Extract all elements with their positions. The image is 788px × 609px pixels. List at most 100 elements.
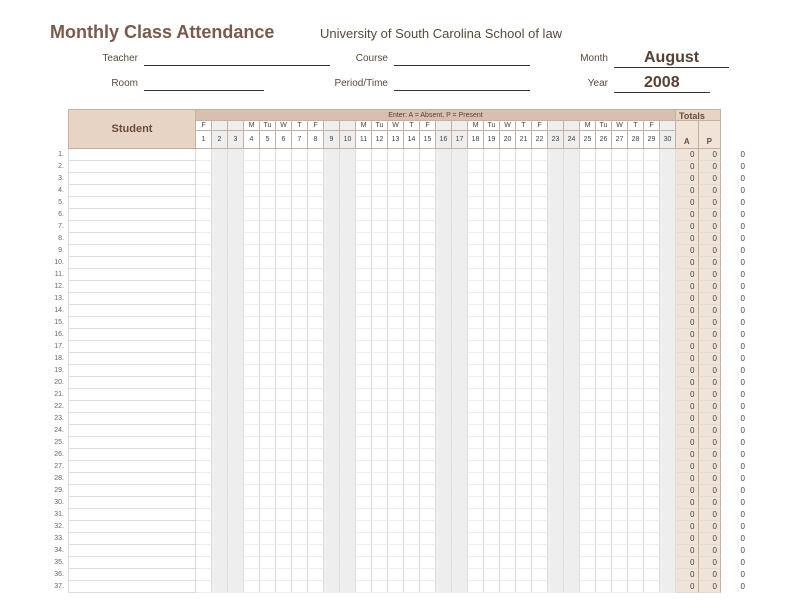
attendance-cell[interactable] [484, 485, 500, 497]
attendance-cell[interactable] [548, 533, 564, 545]
attendance-cell[interactable] [660, 437, 676, 449]
attendance-cell[interactable] [628, 533, 644, 545]
attendance-cell[interactable] [612, 449, 628, 461]
attendance-cell[interactable] [356, 281, 372, 293]
attendance-cell[interactable] [420, 569, 436, 581]
student-name-cell[interactable] [68, 473, 196, 485]
attendance-cell[interactable] [484, 377, 500, 389]
attendance-cell[interactable] [340, 377, 356, 389]
attendance-cell[interactable] [484, 545, 500, 557]
attendance-cell[interactable] [308, 149, 324, 161]
attendance-cell[interactable] [356, 161, 372, 173]
attendance-cell[interactable] [500, 353, 516, 365]
attendance-cell[interactable] [372, 305, 388, 317]
attendance-cell[interactable] [548, 401, 564, 413]
attendance-cell[interactable] [644, 173, 660, 185]
attendance-cell[interactable] [516, 377, 532, 389]
attendance-cell[interactable] [644, 341, 660, 353]
attendance-cell[interactable] [452, 509, 468, 521]
attendance-cell[interactable] [196, 521, 212, 533]
attendance-cell[interactable] [564, 473, 580, 485]
attendance-cell[interactable] [228, 509, 244, 521]
attendance-cell[interactable] [612, 209, 628, 221]
attendance-cell[interactable] [596, 305, 612, 317]
attendance-cell[interactable] [420, 269, 436, 281]
attendance-cell[interactable] [500, 389, 516, 401]
attendance-cell[interactable] [404, 425, 420, 437]
attendance-cell[interactable] [612, 401, 628, 413]
attendance-cell[interactable] [372, 509, 388, 521]
attendance-cell[interactable] [292, 173, 308, 185]
attendance-cell[interactable] [484, 389, 500, 401]
attendance-cell[interactable] [404, 581, 420, 593]
attendance-cell[interactable] [468, 233, 484, 245]
course-field[interactable] [394, 52, 530, 66]
attendance-cell[interactable] [468, 437, 484, 449]
attendance-cell[interactable] [628, 305, 644, 317]
attendance-cell[interactable] [660, 257, 676, 269]
attendance-cell[interactable] [564, 401, 580, 413]
attendance-cell[interactable] [468, 221, 484, 233]
attendance-cell[interactable] [260, 221, 276, 233]
attendance-cell[interactable] [436, 305, 452, 317]
attendance-cell[interactable] [196, 425, 212, 437]
attendance-cell[interactable] [404, 281, 420, 293]
attendance-cell[interactable] [500, 497, 516, 509]
attendance-cell[interactable] [532, 185, 548, 197]
attendance-cell[interactable] [260, 473, 276, 485]
attendance-cell[interactable] [468, 581, 484, 593]
attendance-cell[interactable] [340, 569, 356, 581]
attendance-cell[interactable] [388, 425, 404, 437]
attendance-cell[interactable] [356, 257, 372, 269]
attendance-cell[interactable] [308, 257, 324, 269]
attendance-cell[interactable] [356, 377, 372, 389]
attendance-cell[interactable] [276, 209, 292, 221]
attendance-cell[interactable] [564, 449, 580, 461]
attendance-cell[interactable] [436, 233, 452, 245]
attendance-cell[interactable] [212, 437, 228, 449]
attendance-cell[interactable] [276, 449, 292, 461]
attendance-cell[interactable] [468, 173, 484, 185]
attendance-cell[interactable] [500, 461, 516, 473]
attendance-cell[interactable] [196, 281, 212, 293]
attendance-cell[interactable] [276, 281, 292, 293]
attendance-cell[interactable] [244, 545, 260, 557]
attendance-cell[interactable] [500, 437, 516, 449]
attendance-cell[interactable] [196, 257, 212, 269]
attendance-cell[interactable] [660, 377, 676, 389]
attendance-cell[interactable] [308, 497, 324, 509]
attendance-cell[interactable] [500, 161, 516, 173]
attendance-cell[interactable] [436, 197, 452, 209]
attendance-cell[interactable] [244, 497, 260, 509]
attendance-cell[interactable] [660, 497, 676, 509]
attendance-cell[interactable] [388, 401, 404, 413]
attendance-cell[interactable] [596, 365, 612, 377]
attendance-cell[interactable] [484, 185, 500, 197]
attendance-cell[interactable] [484, 209, 500, 221]
attendance-cell[interactable] [388, 149, 404, 161]
attendance-cell[interactable] [516, 545, 532, 557]
attendance-cell[interactable] [660, 269, 676, 281]
attendance-cell[interactable] [340, 449, 356, 461]
student-name-cell[interactable] [68, 185, 196, 197]
attendance-cell[interactable] [276, 569, 292, 581]
attendance-cell[interactable] [420, 473, 436, 485]
attendance-cell[interactable] [564, 521, 580, 533]
attendance-cell[interactable] [628, 389, 644, 401]
attendance-cell[interactable] [420, 149, 436, 161]
attendance-cell[interactable] [308, 437, 324, 449]
attendance-cell[interactable] [388, 533, 404, 545]
attendance-cell[interactable] [260, 197, 276, 209]
attendance-cell[interactable] [452, 305, 468, 317]
attendance-cell[interactable] [468, 545, 484, 557]
attendance-cell[interactable] [260, 581, 276, 593]
attendance-cell[interactable] [196, 197, 212, 209]
attendance-cell[interactable] [292, 341, 308, 353]
attendance-cell[interactable] [276, 425, 292, 437]
attendance-cell[interactable] [292, 149, 308, 161]
attendance-cell[interactable] [612, 485, 628, 497]
attendance-cell[interactable] [308, 569, 324, 581]
attendance-cell[interactable] [308, 389, 324, 401]
attendance-cell[interactable] [516, 173, 532, 185]
attendance-cell[interactable] [436, 401, 452, 413]
